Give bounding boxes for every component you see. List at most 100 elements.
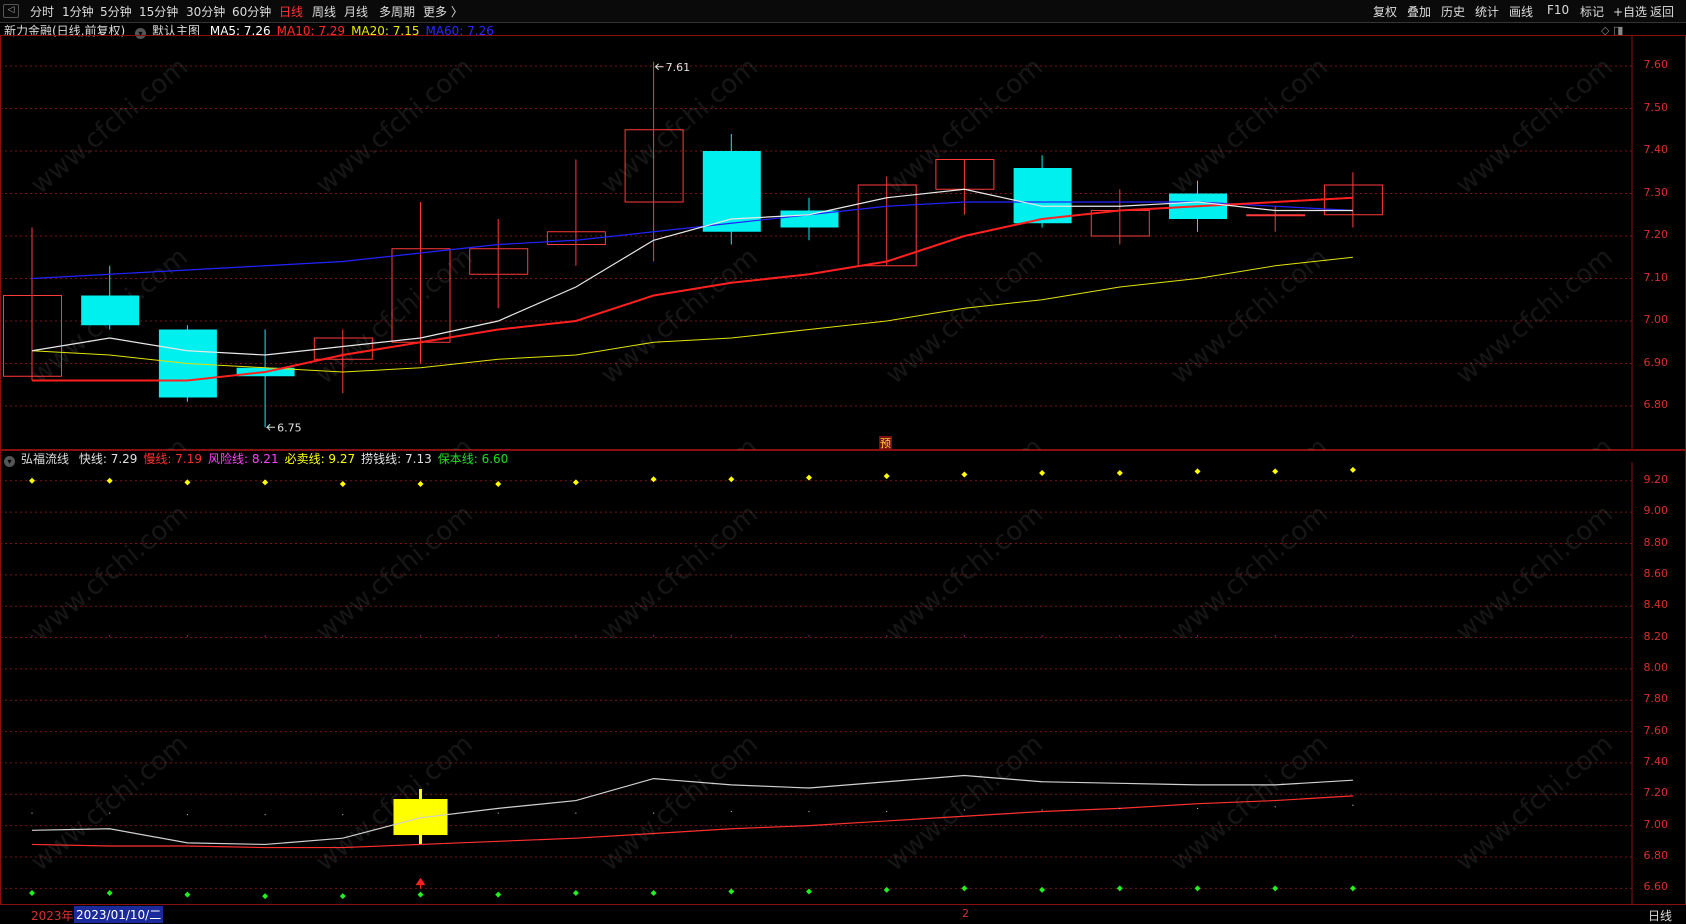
- toolbar-action[interactable]: 统计: [1475, 3, 1499, 20]
- period-tab[interactable]: 15分钟: [139, 3, 178, 20]
- profit-dot: [808, 810, 810, 813]
- watermark-text: www.cfchi.com: [1450, 499, 1619, 647]
- indicator-tick: 7.00: [1643, 817, 1669, 831]
- watermark-text: www.cfchi.com: [595, 242, 764, 390]
- watermark-text: www.cfchi.com: [1450, 432, 1619, 450]
- toolbar-action[interactable]: 画线: [1509, 3, 1533, 20]
- watermark-text: www.cfchi.com: [25, 729, 194, 877]
- breakeven-dot: [1116, 885, 1123, 892]
- sell-dot: [961, 471, 968, 478]
- high-label: 7.61: [666, 61, 691, 74]
- sell-dot: [728, 476, 735, 483]
- profit-dot: [186, 813, 189, 816]
- low-label: 6.75: [277, 421, 302, 434]
- period-tab[interactable]: 5分钟: [100, 3, 132, 20]
- watermark-text: www.cfchi.com: [25, 499, 194, 647]
- indicator-tick: 6.60: [1643, 880, 1669, 894]
- breakeven-dot: [1194, 885, 1201, 892]
- watermark-text: www.cfchi.com: [1450, 729, 1619, 877]
- risk-dot: [109, 635, 111, 637]
- risk-dot: [497, 635, 499, 637]
- breakeven-dot: [339, 893, 346, 900]
- period-tab[interactable]: 分时: [30, 3, 54, 20]
- risk-dot: [652, 635, 655, 637]
- toolbar-action[interactable]: 标记: [1580, 3, 1604, 20]
- watermark: www.cfchi.com www.cfchi.com www.cfchi.com w…: [25, 499, 1619, 877]
- risk-dot: [1119, 635, 1121, 637]
- breakeven-dot: [1349, 885, 1356, 892]
- profit-dot: [1352, 804, 1354, 806]
- toolbar-action[interactable]: 历史: [1441, 3, 1465, 20]
- watermark-text: www.cfchi.com: [595, 432, 764, 450]
- sell-dot: [495, 480, 502, 487]
- low-arrow: [265, 423, 276, 431]
- ma60-line: [31, 201, 1353, 280]
- signal-bar: [393, 798, 448, 836]
- period-tab[interactable]: 多周期: [379, 3, 415, 20]
- year-label: 2023年: [31, 909, 74, 923]
- risk-dot: [1274, 635, 1276, 637]
- profit-dot: [575, 812, 577, 814]
- breakeven-dot: [106, 890, 113, 897]
- candlestick-chart[interactable]: www.cfchi.com www.cfchi.com www.cfchi.com w…: [0, 35, 1686, 450]
- watermark-text: www.cfchi.com: [880, 432, 1049, 450]
- watermark: www.cfchi.com www.cfchi.com www.cfchi.com w…: [25, 52, 1619, 450]
- breakeven-dot: [262, 893, 269, 900]
- risk-dot: [963, 635, 966, 637]
- pre-marker: 预: [880, 437, 891, 450]
- indicator-tick: 8.40: [1643, 598, 1669, 612]
- risk-dot: [575, 635, 577, 637]
- toolbar-action[interactable]: 复权: [1373, 3, 1397, 20]
- period-tab[interactable]: 60分钟: [232, 3, 271, 20]
- sell-dot: [106, 477, 113, 484]
- toolbar-action[interactable]: +自选: [1613, 3, 1647, 20]
- breakeven-dot: [806, 888, 812, 895]
- period-label[interactable]: 日线: [1648, 907, 1672, 924]
- watermark-text: www.cfchi.com: [25, 432, 194, 450]
- breakeven-dot: [1039, 886, 1046, 893]
- price-tick: 7.30: [1643, 185, 1669, 199]
- breakeven-dot: [495, 891, 502, 898]
- watermark-text: www.cfchi.com: [1165, 52, 1334, 200]
- period-tab[interactable]: 30分钟: [186, 3, 225, 20]
- toolbar-action[interactable]: 返回: [1650, 3, 1674, 20]
- indicator-tick: 8.80: [1643, 535, 1669, 549]
- price-tick: 7.00: [1643, 313, 1669, 326]
- risk-dot: [1352, 635, 1354, 637]
- breakeven-dot: [184, 891, 191, 898]
- breakeven-dot: [1272, 885, 1279, 892]
- period-toolbar: ◁ 分时 1分钟 5分钟 15分钟 30分钟 60分钟 日线 周线 月线 多周期 更多 〉 复权 叠加…: [0, 0, 1686, 23]
- profit-dot: [31, 812, 33, 814]
- sell-dot: [29, 477, 35, 484]
- period-tab[interactable]: 月线: [344, 3, 368, 20]
- watermark-text: www.cfchi.com: [1165, 242, 1334, 390]
- period-tab[interactable]: 1分钟: [62, 3, 94, 20]
- breakeven-dot: [883, 886, 890, 893]
- profit-dot: [342, 813, 344, 816]
- watermark-text: www.cfchi.com: [25, 52, 194, 200]
- period-tab[interactable]: 更多 〉: [423, 3, 463, 20]
- indicator-tick: 6.80: [1643, 848, 1669, 862]
- watermark-text: www.cfchi.com: [310, 52, 479, 200]
- toolbar-action[interactable]: F10: [1547, 3, 1569, 17]
- sell-dot: [572, 479, 579, 486]
- risk-dot: [31, 635, 33, 637]
- indicator-tick: 7.80: [1643, 692, 1669, 706]
- period-tab[interactable]: 日线: [279, 3, 303, 20]
- back-arrow-icon[interactable]: ◁: [3, 4, 19, 18]
- period-tab[interactable]: 周线: [312, 3, 336, 20]
- toolbar-action[interactable]: 叠加: [1407, 3, 1431, 20]
- watermark-text: www.cfchi.com: [880, 729, 1049, 877]
- price-tick: 6.90: [1643, 355, 1669, 369]
- watermark-text: www.cfchi.com: [880, 242, 1049, 390]
- indicator-tick: 7.20: [1643, 786, 1669, 800]
- risk-dot: [808, 635, 810, 637]
- sell-dot: [1272, 468, 1279, 475]
- indicator-tick: 9.00: [1643, 504, 1669, 518]
- profit-dot: [730, 810, 732, 813]
- indicator-chart[interactable]: www.cfchi.com www.cfchi.com www.cfchi.com w…: [0, 462, 1686, 904]
- profit-dot: [1196, 807, 1199, 810]
- indicator-tick: 7.40: [1643, 754, 1669, 768]
- watermark-text: www.cfchi.com: [1450, 242, 1619, 390]
- price-tick: 7.40: [1643, 143, 1669, 156]
